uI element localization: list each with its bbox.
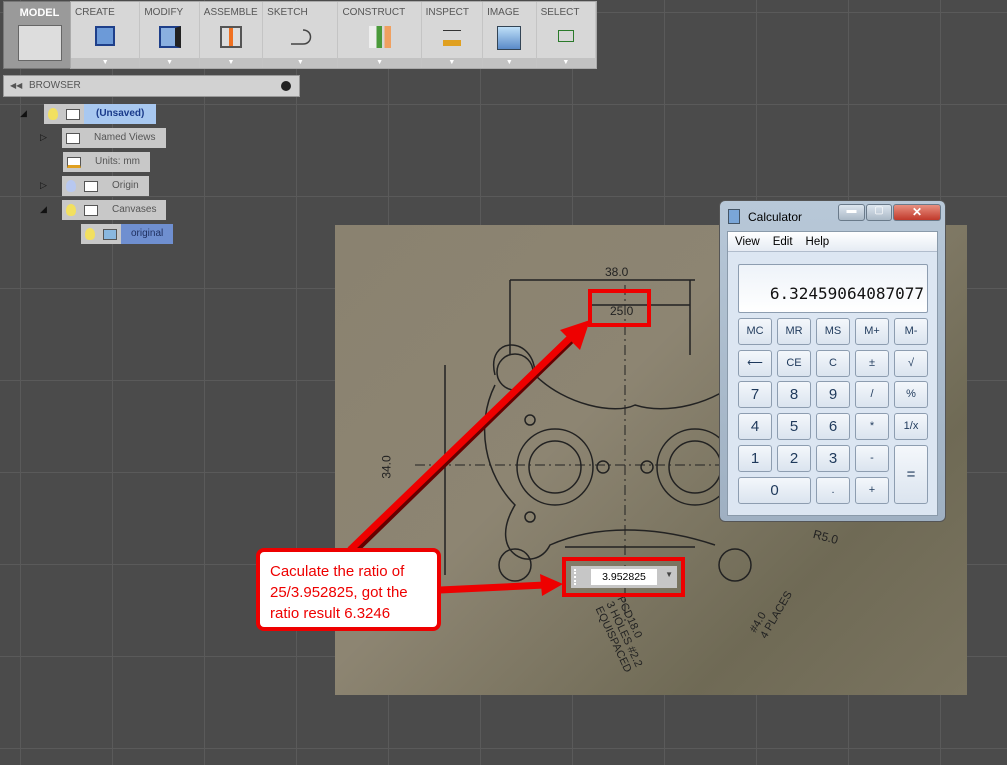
key-2[interactable]: 2 (777, 445, 811, 472)
key-negate[interactable]: ± (855, 350, 889, 377)
close-button[interactable]: ✕ (893, 204, 941, 221)
key-subtract[interactable]: - (855, 445, 889, 472)
key-backspace[interactable]: ⟵ (738, 350, 772, 377)
calculator-body: View Edit Help 6.32459064087077 MC MR MS M+… (727, 231, 938, 516)
maximize-button[interactable]: ▢ (866, 204, 892, 221)
key-0[interactable]: 0 (738, 477, 811, 504)
calculator-window: Calculator ▬ ▢ ✕ View Edit Help 6.324590… (719, 200, 946, 522)
key-memory-subtract[interactable]: M- (894, 318, 928, 345)
key-6[interactable]: 6 (816, 413, 850, 440)
key-3[interactable]: 3 (816, 445, 850, 472)
key-divide[interactable]: / (855, 381, 889, 408)
key-memory-add[interactable]: M+ (855, 318, 889, 345)
menu-help[interactable]: Help (806, 236, 830, 248)
window-title: Calculator (748, 210, 803, 224)
calculator-display: 6.32459064087077 (738, 264, 928, 313)
key-4[interactable]: 4 (738, 413, 772, 440)
key-memory-store[interactable]: MS (816, 318, 850, 345)
key-5[interactable]: 5 (777, 413, 811, 440)
dimension-input-box: ▼ (571, 566, 677, 588)
key-percent[interactable]: % (894, 381, 928, 408)
key-reciprocal[interactable]: 1/x (894, 413, 928, 440)
key-multiply[interactable]: * (855, 413, 889, 440)
dropdown-arrow-icon[interactable]: ▼ (665, 570, 673, 579)
key-clear-entry[interactable]: CE (777, 350, 811, 377)
key-decimal[interactable]: . (816, 477, 850, 504)
key-add[interactable]: + (855, 477, 889, 504)
menu-view[interactable]: View (735, 236, 760, 248)
calculator-app-icon (728, 209, 740, 224)
key-1[interactable]: 1 (738, 445, 772, 472)
key-equals[interactable]: = (894, 445, 928, 504)
annotation-callout: Caculate the ratio of 25/3.952825, got t… (256, 548, 441, 631)
key-8[interactable]: 8 (777, 381, 811, 408)
key-9[interactable]: 9 (816, 381, 850, 408)
key-memory-recall[interactable]: MR (777, 318, 811, 345)
dimension-input[interactable] (591, 569, 657, 585)
drag-handle-icon[interactable] (574, 569, 578, 585)
key-square-root[interactable]: √ (894, 350, 928, 377)
dimension-highlight: ▼ (562, 557, 685, 597)
minimize-button[interactable]: ▬ (838, 204, 865, 221)
key-clear[interactable]: C (816, 350, 850, 377)
key-7[interactable]: 7 (738, 381, 772, 408)
menu-edit[interactable]: Edit (773, 236, 793, 248)
menu-bar: View Edit Help (728, 232, 937, 252)
key-memory-clear[interactable]: MC (738, 318, 772, 345)
